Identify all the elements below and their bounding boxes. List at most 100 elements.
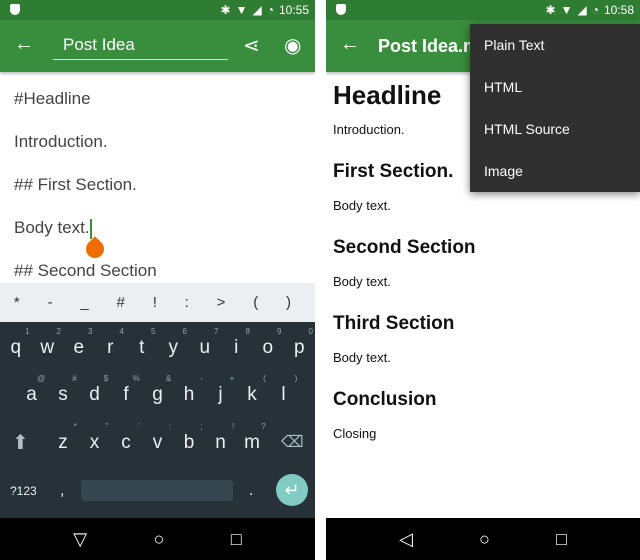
menu-item-image[interactable]: Image [470,150,640,192]
comma-key[interactable]: , [60,482,64,500]
key-label: u [199,337,211,358]
symbol-key[interactable]: - [48,294,53,311]
key-q[interactable]: q1 [0,327,32,359]
data-saver-icon: ◔ [591,3,599,17]
period-key[interactable]: . [249,482,253,500]
key-label: n [215,432,226,453]
menu-item-plain-text[interactable]: Plain Text [470,24,640,66]
space-key[interactable] [81,480,233,501]
key-label: a [26,384,37,405]
signal-icon: ◢ [577,3,587,17]
key-r[interactable]: r4 [95,327,127,359]
key-label: m [244,432,260,453]
backspace-icon[interactable]: ⌫ [281,432,304,452]
key-h[interactable]: h- [173,374,205,406]
key-hint: 5 [151,327,156,336]
bluetooth-icon: ✱ [220,3,231,17]
home-icon[interactable]: ○ [154,529,165,550]
key-hint: 7 [214,327,219,336]
back-nav-icon[interactable]: ◁ [399,529,413,550]
key-label: f [123,384,129,405]
symbol-key[interactable]: ) [286,294,291,311]
key-v[interactable]: v: [142,422,174,454]
back-arrow-icon[interactable]: ← [14,33,34,56]
key-t[interactable]: t5 [126,327,158,359]
share-icon[interactable]: ⋖ [243,33,260,58]
key-s[interactable]: s # [47,374,79,406]
toolbar: ← ⋖ ◉ [0,20,315,72]
key-x[interactable]: x " [79,422,111,454]
symbols-key[interactable]: ?123 [10,484,37,498]
key-label: g [152,384,163,405]
key-hint: - [200,374,203,383]
wifi-icon: ▼ [560,3,573,17]
key-label: c [121,432,131,453]
key-o[interactable]: o9 [252,327,284,359]
back-nav-icon[interactable]: ▽ [73,529,87,550]
key-e[interactable]: e3 [63,327,95,359]
clock: 10:58 [603,3,634,17]
symbol-key[interactable]: * [14,294,20,311]
symbol-key[interactable]: > [217,294,226,311]
key-m[interactable]: m? [236,422,268,454]
recents-icon[interactable]: □ [556,529,567,550]
key-j[interactable]: j + [205,374,237,406]
shift-icon[interactable]: ⬆ [12,430,29,455]
symbol-key[interactable]: _ [80,294,88,311]
symbol-key[interactable]: ( [253,294,258,311]
key-label: y [168,337,179,358]
clock: 10:55 [278,3,309,17]
key-p[interactable]: p0 [284,327,316,359]
signal-icon: ◢ [252,3,262,17]
key-label: b [183,432,195,453]
key-hint: @ [37,374,46,383]
key-hint: + [229,374,235,383]
key-n[interactable]: n! [205,422,237,454]
status-bar: ✱ ▼ ◢ ◔ 10:55 [0,0,315,20]
symbol-key[interactable]: ! [153,294,157,311]
key-g[interactable]: g & [142,374,174,406]
key-i[interactable]: i8 [221,327,253,359]
key-c[interactable]: c ' [110,422,142,454]
nav-bar: ◁ ○ □ [326,518,640,560]
symbol-key[interactable]: # [117,294,125,311]
keyboard: q1w2e3r4t5y6u7i8o9p0 a @ s # d $ f% g & h - j + k(l) … [0,322,315,518]
symbol-key[interactable]: : [185,294,189,311]
home-icon[interactable]: ○ [479,529,490,550]
key-y[interactable]: y6 [158,327,190,359]
key-u[interactable]: u7 [189,327,221,359]
enter-key[interactable]: ↵ [276,474,308,506]
title-input[interactable] [53,30,228,60]
key-w[interactable]: w2 [32,327,64,359]
key-label: r [107,337,114,358]
key-hint: % [132,374,140,383]
back-arrow-icon[interactable]: ← [340,33,360,56]
key-b[interactable]: b; [173,422,205,454]
key-k[interactable]: k( [236,374,268,406]
key-hint: 4 [119,327,124,336]
editor-line-current: Body text. [14,201,301,244]
key-f[interactable]: f% [110,374,142,406]
key-label: l [281,384,286,405]
eye-icon[interactable]: ◉ [284,33,301,58]
key-hint: 0 [308,327,313,336]
key-l[interactable]: l) [268,374,300,406]
key-hint: ' [138,422,140,431]
menu-item-html-source[interactable]: HTML Source [470,108,640,150]
text-cursor [89,218,92,239]
key-hint: 2 [56,327,61,336]
key-hint: 6 [182,327,187,336]
menu-item-html[interactable]: HTML [470,66,640,108]
key-z[interactable]: z * [47,422,79,454]
key-label: o [262,337,274,358]
bluetooth-icon: ✱ [545,3,556,17]
markdown-editor[interactable]: #Headline Introduction. ## First Section… [0,72,315,283]
key-d[interactable]: d $ [79,374,111,406]
key-a[interactable]: a @ [16,374,48,406]
key-label: q [10,337,22,358]
key-hint: & [165,374,172,383]
heading-2: Conclusion [333,389,437,410]
editor-line-text: Body text. [14,218,90,237]
recents-icon[interactable]: □ [231,529,242,550]
preview-screen: ✱ ▼ ◢ ◔ 10:58 ← Post Idea.md Headline Introd… [326,0,640,560]
